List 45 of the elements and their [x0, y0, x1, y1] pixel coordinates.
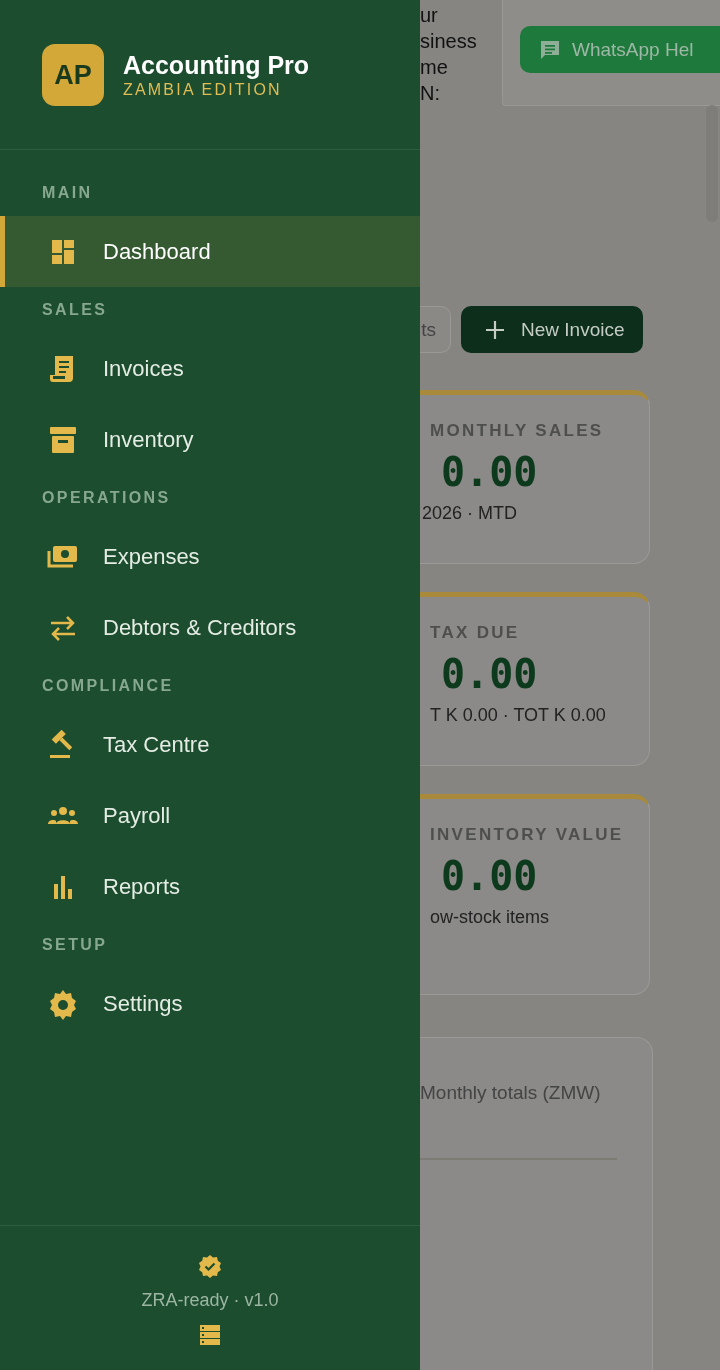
- section-label: OPERATIONS: [41, 488, 172, 508]
- nav-item[interactable]: Tax Centre: [0, 709, 420, 780]
- section-label: SALES: [41, 300, 109, 320]
- header-text: N:: [420, 81, 441, 106]
- nav-item-label: Debtors & Creditors: [103, 614, 297, 641]
- nav-item[interactable]: Debtors & Creditors: [0, 592, 420, 663]
- stat-note: ow-stock items: [430, 907, 551, 928]
- header-text: siness: [420, 29, 478, 54]
- app-title: Accounting Pro: [123, 51, 310, 79]
- nav-item-label: Expenses: [103, 543, 200, 570]
- scrollbar-thumb[interactable]: [706, 105, 718, 222]
- stat-label: INVENTORY VALUE: [430, 825, 625, 845]
- stat-note: 2026 · MTD: [422, 503, 519, 524]
- nav-item-label: Payroll: [103, 802, 171, 829]
- app-subtitle: ZAMBIA EDITION: [123, 80, 283, 100]
- app-logo: AP: [42, 44, 104, 106]
- chart-subtitle: Monthly totals (ZMW): [420, 1082, 602, 1104]
- stat-label: TAX DUE: [430, 623, 521, 643]
- nav-item[interactable]: Dashboard: [0, 216, 420, 287]
- section-label: SETUP: [41, 935, 109, 955]
- header-text: me: [420, 55, 449, 80]
- nav-item[interactable]: Invoices: [0, 333, 420, 404]
- nav-item-label: Settings: [103, 990, 183, 1017]
- nav-item-label: Dashboard: [103, 238, 211, 265]
- header-text: ur: [420, 3, 439, 28]
- nav-item[interactable]: Expenses: [0, 521, 420, 592]
- stat-value: 0.00: [441, 448, 539, 497]
- nav-item-label: Invoices: [103, 355, 184, 382]
- new-invoice-button[interactable]: New Invoice: [461, 306, 643, 353]
- nav-item[interactable]: Reports: [0, 851, 420, 922]
- nav-item[interactable]: Settings: [0, 968, 420, 1039]
- stat-value: 0.00: [441, 650, 539, 699]
- section-label: COMPLIANCE: [41, 676, 175, 696]
- nav-item-label: Inventory: [103, 426, 194, 453]
- section-label: MAIN: [41, 183, 94, 203]
- stat-label: MONTHLY SALES: [430, 421, 605, 441]
- nav-item-label: Tax Centre: [103, 731, 210, 758]
- stat-value: 0.00: [441, 852, 539, 901]
- nav-item-label: Reports: [103, 873, 181, 900]
- nav-item[interactable]: Inventory: [0, 404, 420, 475]
- nav-item[interactable]: Payroll: [0, 780, 420, 851]
- stat-note: T K 0.00 · TOT K 0.00: [430, 705, 607, 726]
- verified-badge-icon: [198, 1254, 222, 1278]
- server-stack-icon: [198, 1323, 222, 1347]
- version-text: ZRA-ready · v1.0: [141, 1290, 279, 1311]
